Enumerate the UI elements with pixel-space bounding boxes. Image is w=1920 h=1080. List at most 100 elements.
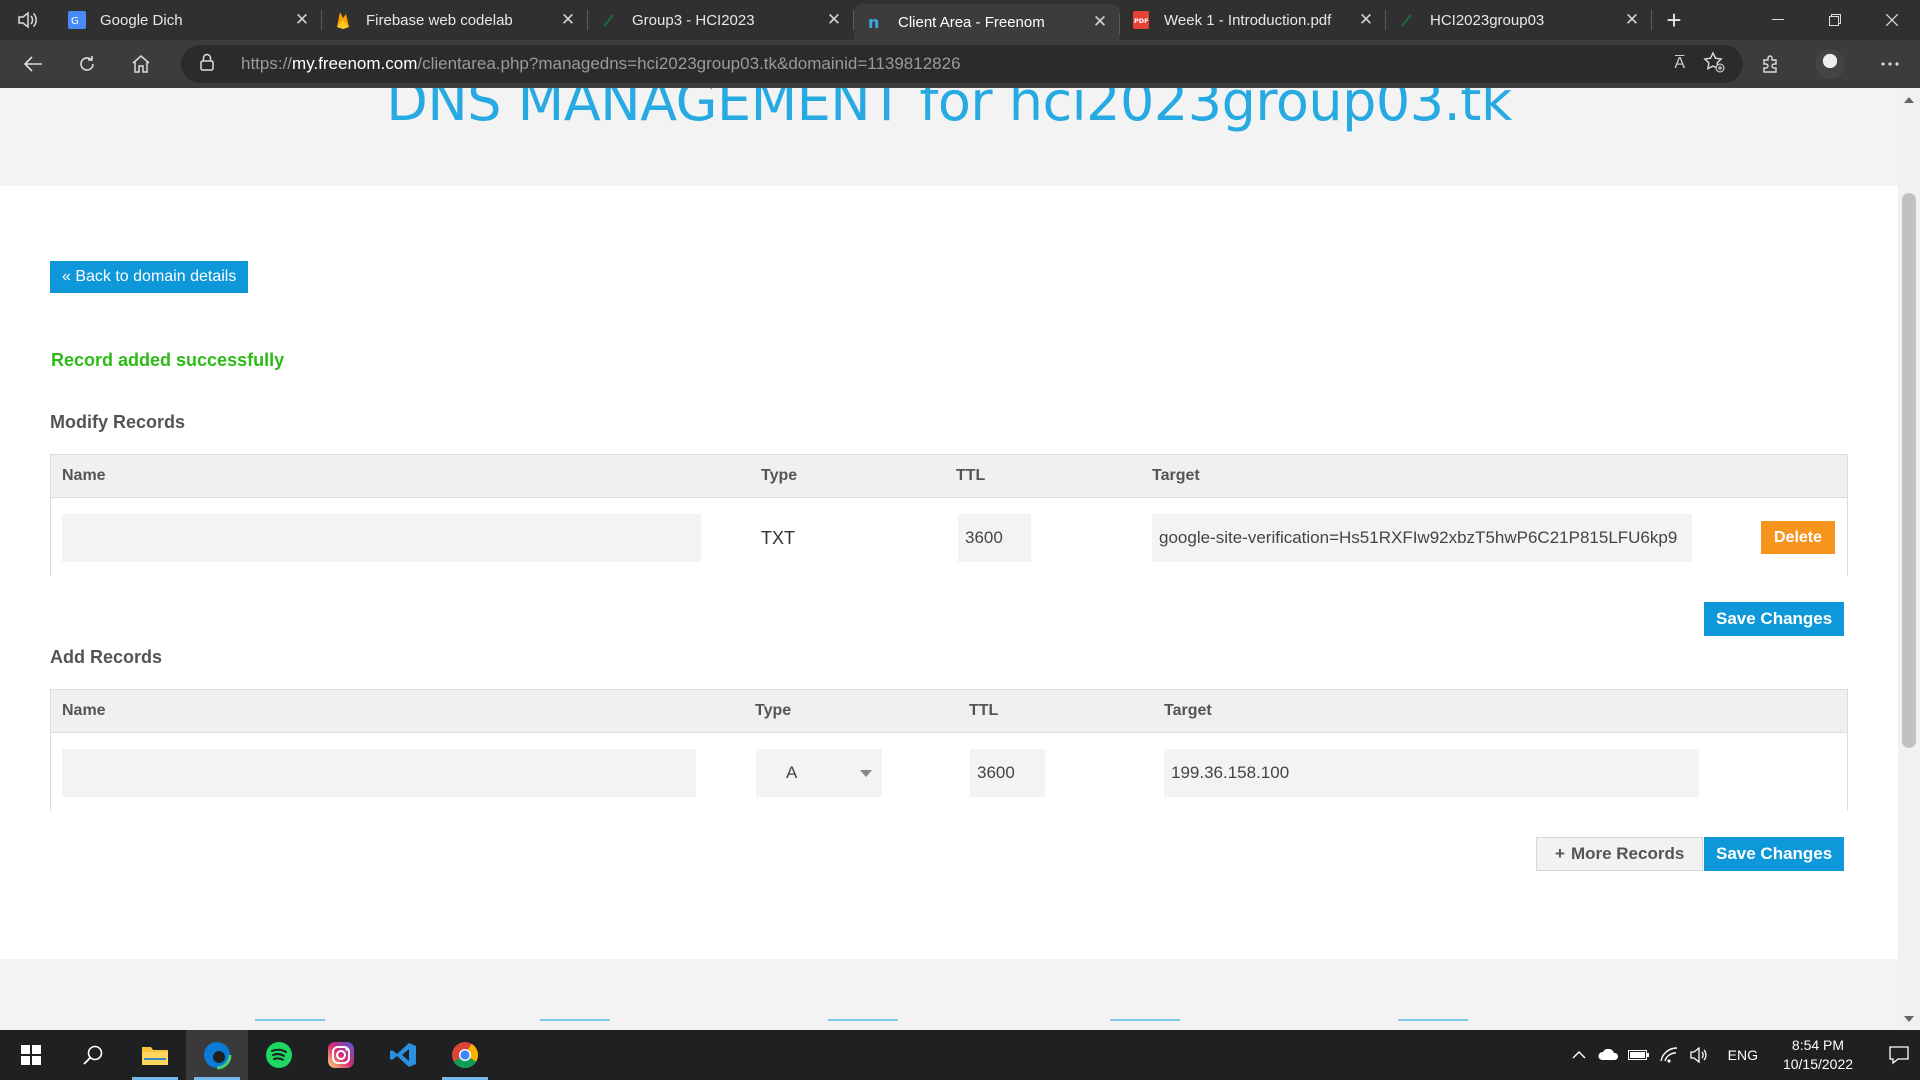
tab-title: Client Area - Freenom [898,13,1045,31]
favorite-star-icon[interactable] [1703,50,1725,78]
new-record-target-input[interactable]: 199.36.158.100 [1164,749,1699,797]
new-tab-button[interactable]: + [1652,5,1696,36]
scroll-down-icon[interactable] [1904,1016,1914,1022]
search-icon[interactable] [62,1030,124,1080]
table-header: Name Type TTL Target [51,455,1847,498]
record-target-input[interactable]: google-site-verification=Hs51RXFIw92xbzT… [1152,514,1692,562]
windows-taskbar: ENG 8:54 PM 10/15/2022 [0,1030,1920,1080]
battery-icon[interactable] [1624,1049,1654,1061]
footer-link[interactable] [1398,1019,1468,1025]
record-ttl-input[interactable]: 3600 [958,514,1031,562]
back-arrow-icon[interactable] [6,44,60,84]
tab-firebase[interactable]: Firebase web codelab ✕ [322,0,588,40]
tab-week1-pdf[interactable]: PDF Week 1 - Introduction.pdf ✕ [1120,0,1386,40]
page-scrollbar[interactable] [1898,88,1920,1030]
footer-link[interactable] [540,1019,610,1025]
column-target: Target [1152,467,1200,484]
delete-record-button[interactable]: Delete [1761,521,1836,554]
scroll-up-icon[interactable] [1904,97,1914,103]
tab-group3[interactable]: Group3 - HCI2023 ✕ [588,0,854,40]
close-icon[interactable]: ✕ [1622,10,1642,30]
scrollbar-thumb[interactable] [1902,193,1916,748]
chevron-up-icon[interactable] [1564,1051,1594,1059]
svg-text:n: n [868,13,879,31]
address-bar[interactable]: https://my.freenom.com/clientarea.php?ma… [181,45,1743,83]
browser-toolbar: https://my.freenom.com/clientarea.php?ma… [0,40,1920,88]
footer-link[interactable] [1110,1019,1180,1025]
footer-link[interactable] [828,1019,898,1025]
tab-audio-icon[interactable] [0,0,56,40]
volume-icon[interactable] [1684,1047,1714,1063]
page-footer [0,959,1898,1030]
table-row: A 3600 199.36.158.100 [51,733,1847,811]
new-record-type-select[interactable]: A [756,749,882,797]
tab-title: Google Dich [100,11,183,29]
plus-icon: + [1555,844,1565,863]
clock-time: 8:54 PM [1791,1037,1845,1053]
read-aloud-icon[interactable]: A̅ [1674,55,1685,73]
extensions-icon[interactable] [1740,54,1800,74]
taskbar-clock[interactable]: 8:54 PM 10/15/2022 [1776,1036,1860,1074]
tab-title: Group3 - HCI2023 [632,11,755,29]
close-icon[interactable]: ✕ [292,10,312,30]
freenom-icon: n [866,13,884,31]
refresh-icon[interactable] [60,44,114,84]
tab-hci2023group03[interactable]: HCI2023group03 ✕ [1386,0,1652,40]
tab-title: Firebase web codelab [366,11,513,29]
svg-text:PDF: PDF [1134,17,1149,25]
restore-icon[interactable] [1806,0,1863,40]
tab-google-dich[interactable]: G Google Dich ✕ [56,0,322,40]
more-records-label: More Records [1570,844,1685,863]
column-ttl: TTL [969,702,999,719]
tab-freenom[interactable]: n Client Area - Freenom ✕ [854,4,1120,40]
lock-icon[interactable] [199,53,219,76]
spotify-icon[interactable] [248,1030,310,1080]
toolbar-right [1740,40,1920,88]
page-content: DNS MANAGEMENT for hci2023group03.tk « B… [0,88,1898,1030]
google-sites-icon [1398,11,1416,29]
edge-icon[interactable] [186,1030,248,1080]
chevron-down-icon [860,770,872,777]
table-header: Name Type TTL Target [51,690,1847,733]
onedrive-icon[interactable] [1594,1049,1624,1061]
close-window-icon[interactable] [1863,0,1920,40]
success-message: Record added successfully [51,350,285,370]
close-icon[interactable]: ✕ [824,10,844,30]
vscode-icon[interactable] [372,1030,434,1080]
home-icon[interactable] [114,44,168,84]
more-options-icon[interactable] [1860,62,1920,66]
new-record-name-input[interactable] [62,749,696,797]
window-controls [1749,0,1920,40]
record-name-input[interactable] [62,514,701,562]
close-icon[interactable]: ✕ [1356,10,1376,30]
back-to-domain-details-button[interactable]: « Back to domain details [50,261,249,293]
start-icon[interactable] [0,1030,62,1080]
modify-records-heading: Modify Records [50,412,186,432]
column-ttl: TTL [956,467,986,484]
notification-icon[interactable] [1878,1045,1920,1065]
save-changes-button[interactable]: Save Changes [1704,602,1845,636]
footer-link[interactable] [255,1019,325,1025]
add-save-changes-button[interactable]: Save Changes [1704,837,1845,871]
new-record-ttl-input[interactable]: 3600 [970,749,1045,797]
tab-title: HCI2023group03 [1430,11,1545,29]
tab-title: Week 1 - Introduction.pdf [1164,11,1332,29]
file-explorer-icon[interactable] [124,1030,186,1080]
wifi-icon[interactable] [1654,1047,1684,1063]
selected-type: A [786,763,798,782]
language-indicator[interactable]: ENG [1728,1047,1758,1063]
more-records-button[interactable]: + More Records [1536,837,1704,871]
system-tray: ENG 8:54 PM 10/15/2022 [1564,1030,1920,1080]
instagram-icon[interactable] [310,1030,372,1080]
browser-tab-strip: G Google Dich ✕ Firebase web codelab ✕ G… [0,0,1920,40]
record-type: TXT [761,528,795,548]
clock-date: 10/15/2022 [1782,1056,1854,1072]
add-records-table: Name Type TTL Target A 3600 199.36.158.1… [50,689,1848,811]
close-icon[interactable]: ✕ [558,10,578,30]
modify-records-table: Name Type TTL Target TXT 3600 google-sit… [50,454,1848,576]
minimize-icon[interactable] [1749,0,1806,40]
profile-avatar[interactable] [1815,49,1845,79]
close-icon[interactable]: ✕ [1090,12,1110,32]
chrome-icon[interactable] [434,1030,496,1080]
pdf-icon: PDF [1132,11,1150,29]
